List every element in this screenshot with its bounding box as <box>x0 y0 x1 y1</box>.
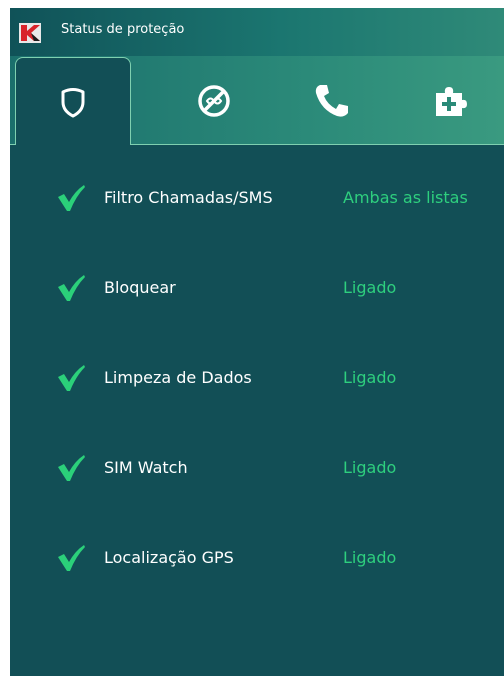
feature-status: Ambas as listas <box>343 188 468 207</box>
tab-bar <box>10 56 504 145</box>
list-item-lock[interactable]: Bloquear Ligado <box>10 268 504 308</box>
title-bar: Status de proteção <box>10 8 504 56</box>
checkmark-icon <box>58 185 85 211</box>
protection-status-list: Filtro Chamadas/SMS Ambas as listas Bloq… <box>10 145 504 676</box>
feature-label: Localização GPS <box>104 548 234 567</box>
antitheft-icon <box>198 85 230 117</box>
tab-extensions[interactable] <box>392 58 504 144</box>
list-item-data-wipe[interactable]: Limpeza de Dados Ligado <box>10 358 504 398</box>
tab-protection-status[interactable] <box>15 57 131 145</box>
feature-label: SIM Watch <box>104 458 188 477</box>
feature-label: Limpeza de Dados <box>104 368 252 387</box>
kaspersky-logo-icon <box>19 23 41 43</box>
puzzle-plus-icon <box>436 87 467 116</box>
window-title: Status de proteção <box>61 22 185 37</box>
checkmark-icon <box>58 545 85 571</box>
list-item-gps-location[interactable]: Localização GPS Ligado <box>10 538 504 578</box>
phone-icon <box>315 85 348 117</box>
feature-status: Ligado <box>343 458 397 477</box>
feature-label: Filtro Chamadas/SMS <box>104 188 273 207</box>
checkmark-icon <box>58 275 85 301</box>
app-window: Status de proteção Filtro Chamadas/SMS A… <box>10 8 504 676</box>
feature-status: Ligado <box>343 548 397 567</box>
feature-label: Bloquear <box>104 278 176 297</box>
shield-icon <box>61 87 85 117</box>
feature-status: Ligado <box>343 368 397 387</box>
tab-antitheft[interactable] <box>156 58 272 144</box>
checkmark-icon <box>58 455 85 481</box>
list-item-call-sms-filter[interactable]: Filtro Chamadas/SMS Ambas as listas <box>10 178 504 218</box>
feature-status: Ligado <box>343 278 397 297</box>
checkmark-icon <box>58 365 85 391</box>
tab-call-filter[interactable] <box>274 58 390 144</box>
list-item-sim-watch[interactable]: SIM Watch Ligado <box>10 448 504 488</box>
